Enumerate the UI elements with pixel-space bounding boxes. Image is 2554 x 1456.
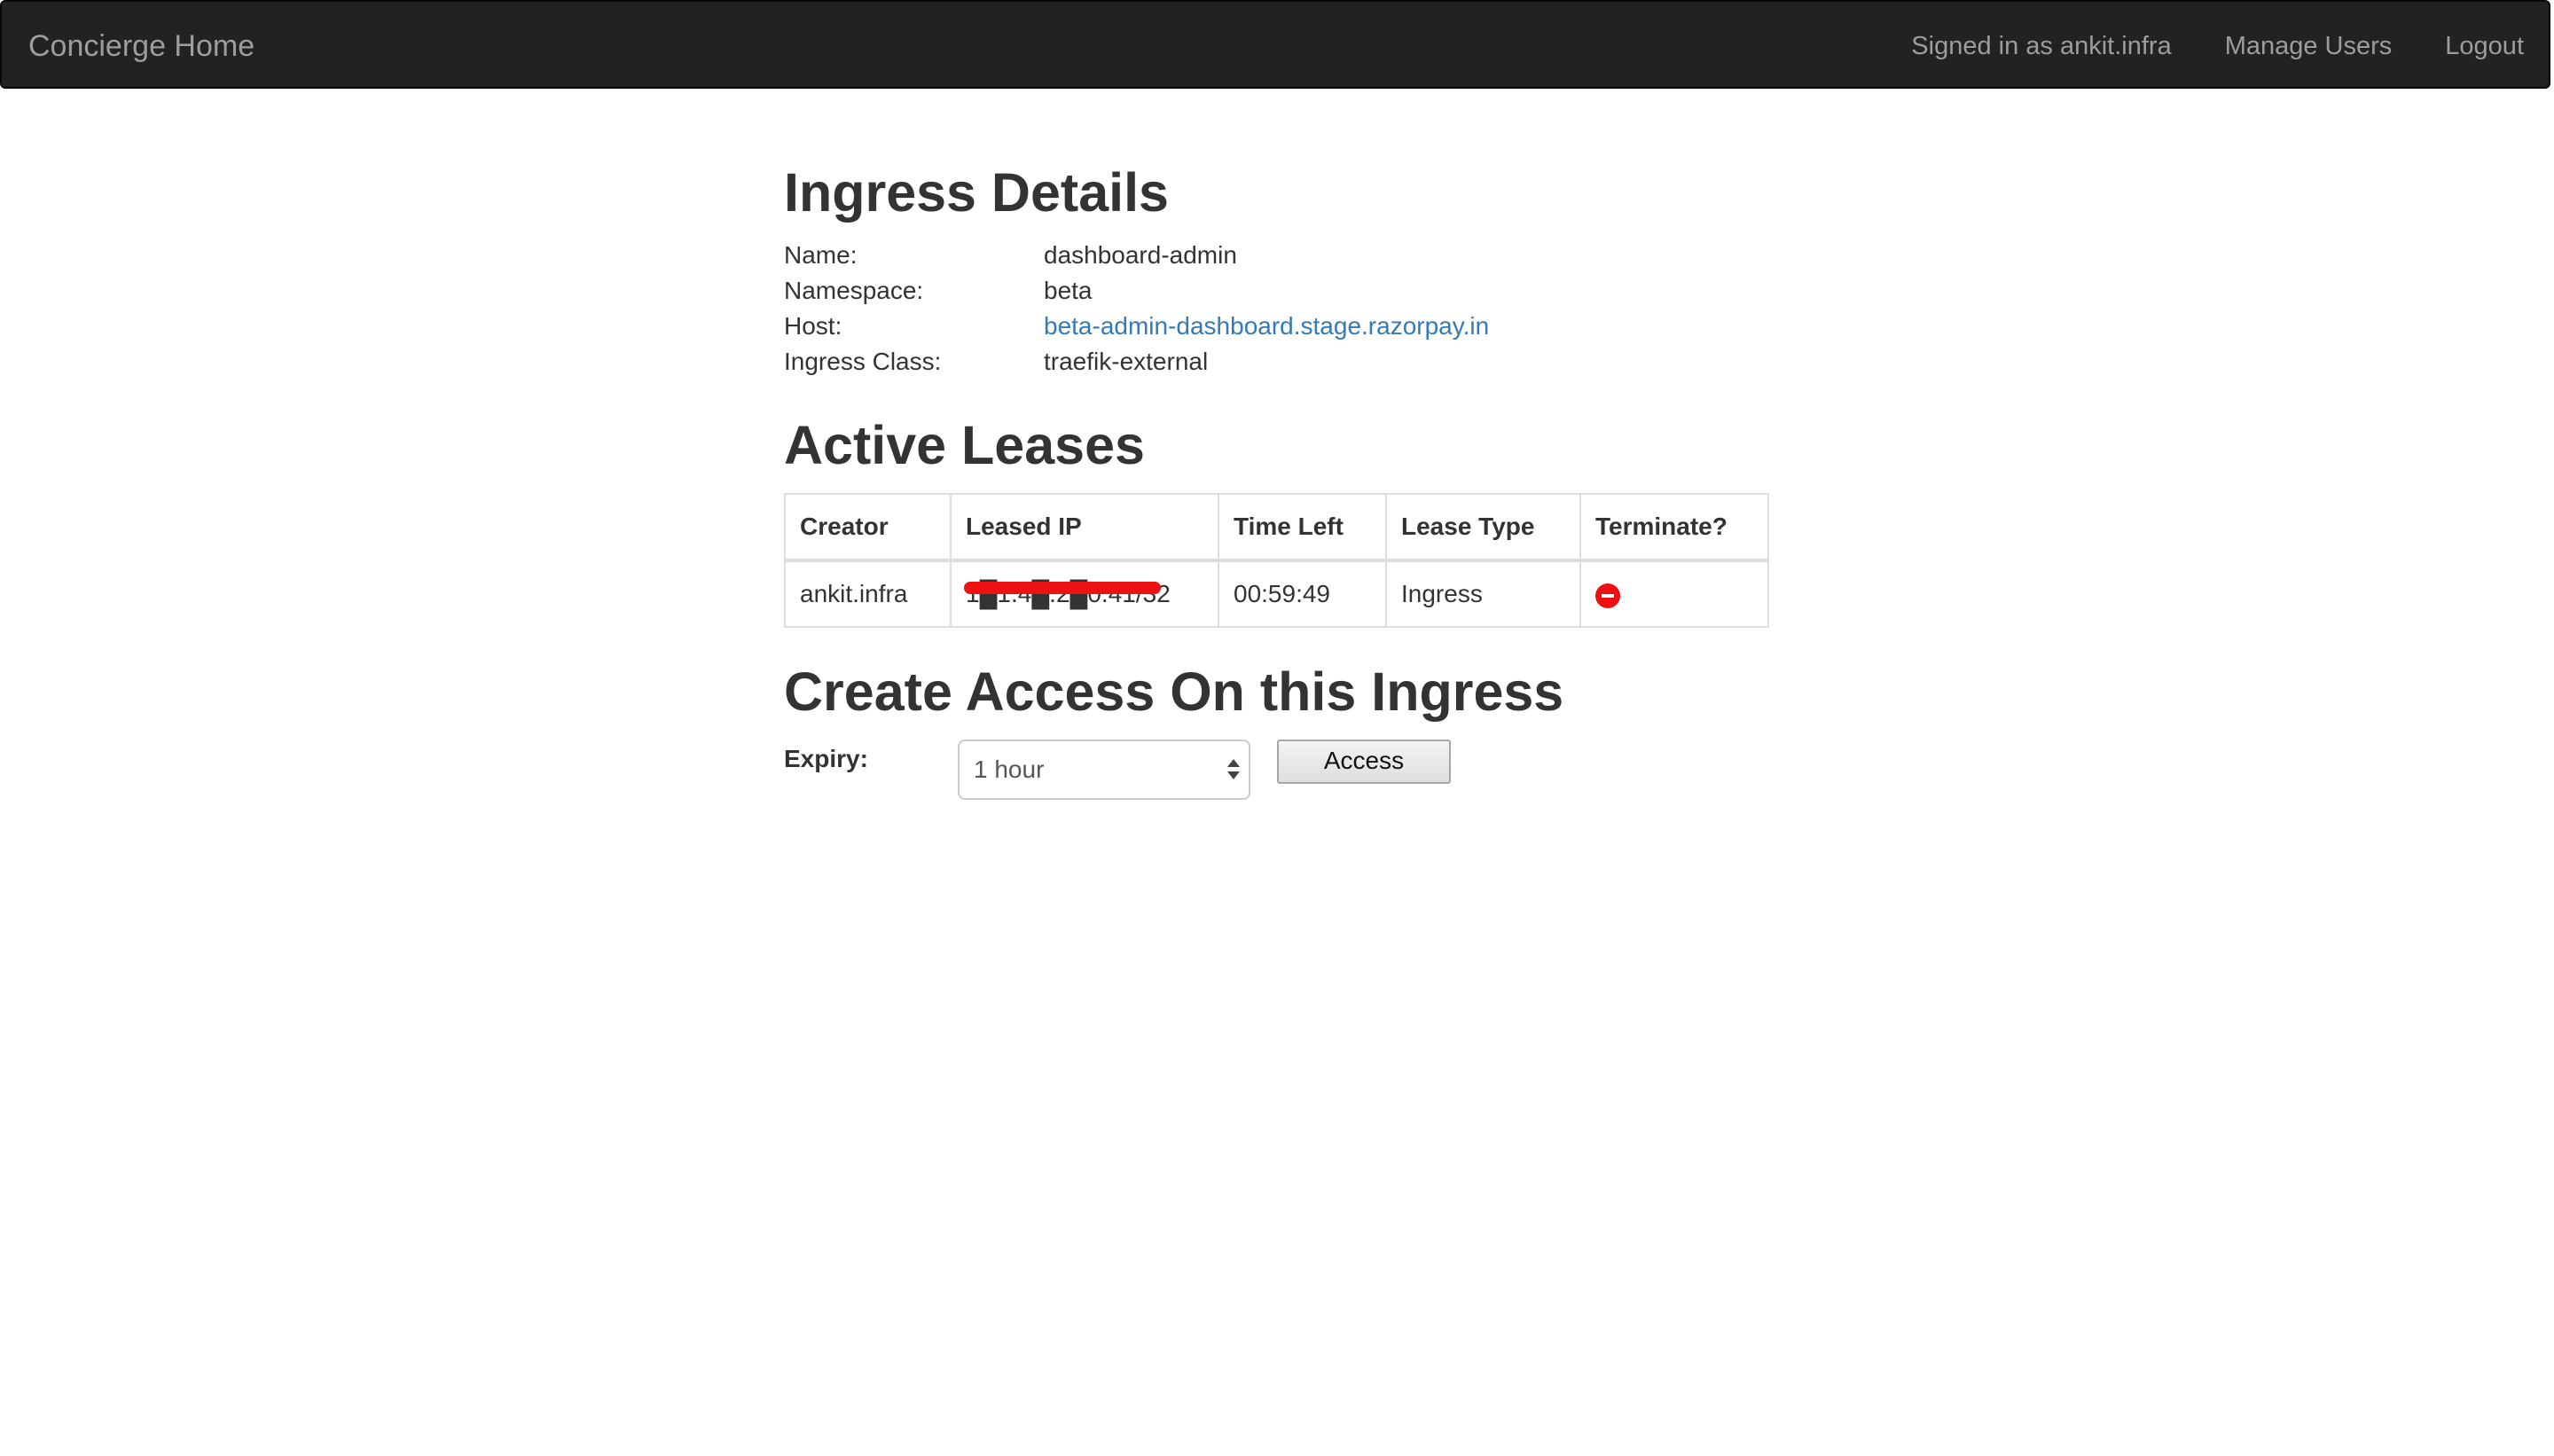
table-header-row: Creator Leased IP Time Left Lease Type T… (784, 493, 1769, 562)
cell-terminate (1579, 560, 1769, 628)
host-link[interactable]: beta-admin-dashboard.stage.razorpay.in (1044, 309, 1489, 344)
table-row: ankit.infra 1█1.4█.2█0.41/32 00:59:49 In… (784, 560, 1769, 628)
detail-value-ingress-class: traefik-external (1044, 348, 1209, 375)
logout-link[interactable]: Logout (2445, 28, 2524, 64)
expiry-selected-value: 1 hour (974, 755, 1045, 783)
column-header-time-left: Time Left (1218, 493, 1387, 562)
detail-row-host: Host: beta-admin-dashboard.stage.razorpa… (784, 309, 1759, 344)
column-header-creator: Creator (784, 493, 952, 562)
detail-row-name: Name: dashboard-admin (784, 238, 1759, 273)
column-header-lease-type: Lease Type (1385, 493, 1581, 562)
cell-creator: ankit.infra (784, 560, 952, 628)
detail-label: Namespace: (784, 277, 924, 304)
access-button[interactable]: Access (1277, 740, 1451, 784)
expiry-label: Expiry: (784, 745, 868, 772)
active-leases-heading: Active Leases (784, 415, 1145, 475)
cell-time-left: 00:59:49 (1218, 560, 1387, 628)
detail-value-namespace: beta (1044, 277, 1093, 304)
top-navbar: Concierge Home Signed in as ankit.infra … (0, 0, 2550, 89)
detail-label: Ingress Class: (784, 348, 942, 375)
redaction-mark (964, 582, 1161, 594)
cell-leased-ip: 1█1.4█.2█0.41/32 (950, 560, 1219, 628)
detail-label: Name: (784, 241, 858, 269)
brand-home-link[interactable]: Concierge Home (28, 27, 255, 66)
select-updown-arrows-icon (1227, 754, 1240, 786)
navbar-right-menu: Signed in as ankit.infra Manage Users Lo… (1911, 28, 2524, 64)
active-leases-table: Creator Leased IP Time Left Lease Type T… (784, 493, 1769, 628)
expiry-select[interactable]: 1 hour (958, 740, 1250, 800)
column-header-leased-ip: Leased IP (950, 493, 1219, 562)
ingress-details-heading: Ingress Details (784, 162, 1169, 223)
signed-in-user-link[interactable]: Signed in as ankit.infra (1911, 28, 2171, 64)
terminate-lease-icon[interactable] (1595, 583, 1620, 608)
column-header-terminate: Terminate? (1579, 493, 1769, 562)
create-access-heading: Create Access On this Ingress (784, 661, 1564, 722)
detail-label: Host: (784, 312, 842, 340)
manage-users-link[interactable]: Manage Users (2225, 28, 2393, 64)
ingress-details-list: Name: dashboard-admin Namespace: beta Ho… (784, 238, 1759, 380)
detail-row-ingress-class: Ingress Class: traefik-external (784, 344, 1759, 380)
detail-value-name: dashboard-admin (1044, 241, 1237, 269)
detail-row-namespace: Namespace: beta (784, 273, 1759, 309)
cell-lease-type: Ingress (1385, 560, 1581, 628)
